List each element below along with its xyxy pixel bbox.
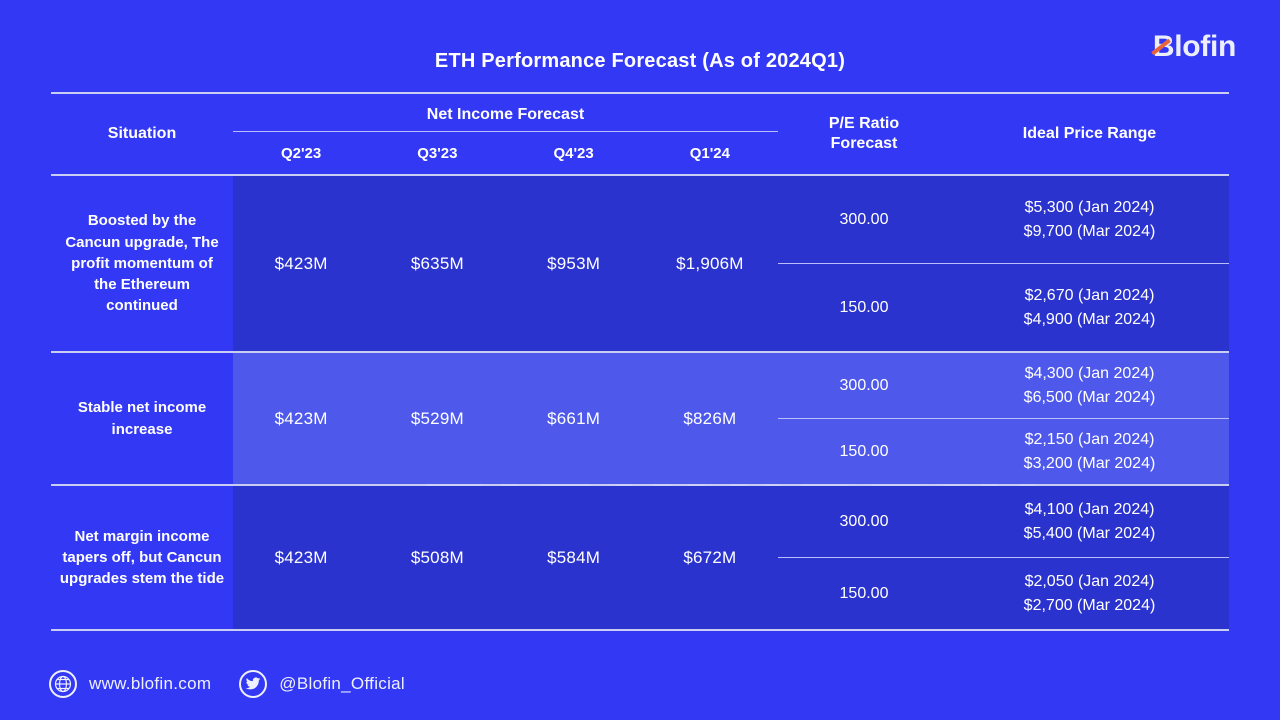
forecast-table: Situation Net Income Forecast Q2'23 Q3'2… [51,92,1229,631]
header-pe-line1: P/E Ratio [828,115,900,132]
row-data: $423M $529M $661M $826M 300.00 $4,300 (J… [233,353,1229,484]
net-income-q4-23: $953M [547,253,601,273]
header-quarter-q3-23: Q3'23 [417,144,458,162]
header-pe-line2: Forecast [830,135,898,152]
row-net-income-values: $423M $529M $661M $826M [233,353,778,484]
net-income-q2-23: $423M [274,253,328,273]
pe-price-subrow: 300.00 $4,100 (Jan 2024) $5,400 (Mar 202… [778,486,1229,557]
footer-twitter-text: @Blofin_Official [279,674,405,693]
table-header: Situation Net Income Forecast Q2'23 Q3'2… [51,94,1229,174]
ideal-price-range-value: $2,150 (Jan 2024) $3,200 (Mar 2024) [950,428,1229,474]
footer-twitter[interactable]: @Blofin_Official [239,670,405,698]
header-quarter-q2-23: Q2'23 [280,144,322,162]
row-pe-price-group: 300.00 $5,300 (Jan 2024) $9,700 (Mar 202… [778,176,1229,351]
price-jan: $4,100 (Jan 2024) [1024,501,1155,519]
footer-website[interactable]: www.blofin.com [49,670,211,698]
header-quarter-q4-23: Q4'23 [553,144,594,162]
table-row: Boosted by the Cancun upgrade, The profi… [51,176,1229,351]
net-income-q4-23: $661M [547,408,601,428]
price-mar: $3,200 (Mar 2024) [1023,454,1156,472]
infographic-page: Blofin ETH Performance Forecast (As of 2… [0,0,1280,720]
price-jan: $4,300 (Jan 2024) [1024,365,1155,383]
price-mar: $6,500 (Mar 2024) [1023,388,1156,406]
globe-icon [49,670,77,698]
net-income-q1-24: $1,906M [676,253,744,273]
net-income-q4-23: $584M [547,547,601,567]
page-title: ETH Performance Forecast (As of 2024Q1) [434,50,846,72]
net-income-q3-23: $529M [410,408,464,428]
price-mar: $2,700 (Mar 2024) [1023,596,1156,614]
ideal-price-range-value: $5,300 (Jan 2024) $9,700 (Mar 2024) [950,196,1229,242]
pe-ratio-value: 300.00 [839,376,889,394]
header-ideal-price-range: Ideal Price Range [1022,125,1157,142]
price-jan: $2,670 (Jan 2024) [1024,287,1155,305]
net-income-q3-23: $635M [410,253,464,273]
table-row: Net margin income tapers off, but Cancun… [51,486,1229,629]
price-jan: $2,150 (Jan 2024) [1024,431,1155,449]
ideal-price-range-value: $4,300 (Jan 2024) $6,500 (Mar 2024) [950,362,1229,408]
pe-ratio-value: 300.00 [839,210,889,228]
header-net-income-forecast: Net Income Forecast [426,106,585,123]
table-row: Stable net income increase $423M $529M $… [51,353,1229,484]
price-jan: $5,300 (Jan 2024) [1024,199,1155,217]
header-quarter-q1-24: Q1'24 [689,144,730,162]
pe-price-subrow: 300.00 $4,300 (Jan 2024) $6,500 (Mar 202… [778,353,1229,418]
pe-price-subrow: 150.00 $2,050 (Jan 2024) $2,700 (Mar 202… [778,557,1229,629]
net-income-q1-24: $672M [683,547,737,567]
pe-ratio-value: 300.00 [839,512,889,530]
footer: www.blofin.com @Blofin_Official [49,670,405,698]
pe-price-subrow: 150.00 $2,670 (Jan 2024) $4,900 (Mar 202… [778,263,1229,351]
pe-ratio-value: 150.00 [839,442,889,460]
net-income-q2-23: $423M [274,408,328,428]
pe-price-subrow: 300.00 $5,300 (Jan 2024) $9,700 (Mar 202… [778,176,1229,263]
pe-ratio-value: 150.00 [839,584,889,602]
row-pe-price-group: 300.00 $4,100 (Jan 2024) $5,400 (Mar 202… [778,486,1229,629]
row-situation: Stable net income increase [51,353,233,484]
net-income-q2-23: $423M [274,547,328,567]
row-net-income-values: $423M $635M $953M $1,906M [233,176,778,351]
price-mar: $4,900 (Mar 2024) [1023,310,1156,328]
row-situation: Boosted by the Cancun upgrade, The profi… [51,176,233,351]
price-mar: $5,400 (Mar 2024) [1023,524,1156,542]
price-mar: $9,700 (Mar 2024) [1023,222,1156,240]
row-data: $423M $508M $584M $672M 300.00 $4,100 (J… [233,486,1229,629]
price-jan: $2,050 (Jan 2024) [1024,573,1155,591]
table-body: blofin.com Boosted by the Cancun upgrade… [51,176,1229,629]
header-pe-ratio-forecast: P/E Ratio Forecast [778,94,950,174]
row-net-income-values: $423M $508M $584M $672M [233,486,778,629]
ideal-price-range-value: $2,670 (Jan 2024) $4,900 (Mar 2024) [950,284,1229,330]
header-quarters-row: Q2'23 Q3'23 Q4'23 Q1'24 [233,132,778,174]
table-bottom-rule [51,629,1229,631]
footer-website-text: www.blofin.com [89,674,212,693]
net-income-q1-24: $826M [683,408,737,428]
row-data: $423M $635M $953M $1,906M 300.00 $5,300 … [233,176,1229,351]
pe-price-subrow: 150.00 $2,150 (Jan 2024) $3,200 (Mar 202… [778,418,1229,484]
header-situation: Situation [107,125,177,142]
pe-ratio-value: 150.00 [839,298,889,316]
ideal-price-range-value: $2,050 (Jan 2024) $2,700 (Mar 2024) [950,570,1229,616]
net-income-q3-23: $508M [410,547,464,567]
twitter-icon [239,670,268,698]
row-pe-price-group: 300.00 $4,300 (Jan 2024) $6,500 (Mar 202… [778,353,1229,484]
ideal-price-range-value: $4,100 (Jan 2024) $5,400 (Mar 2024) [950,498,1229,544]
row-situation: Net margin income tapers off, but Cancun… [51,486,233,629]
header-net-income-forecast-group: Net Income Forecast Q2'23 Q3'23 Q4'23 Q1… [233,94,778,174]
